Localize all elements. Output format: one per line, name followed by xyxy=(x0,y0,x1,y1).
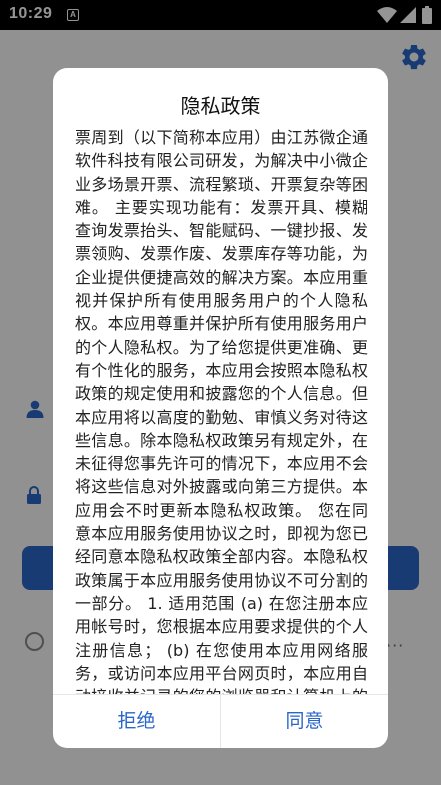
privacy-policy-dialog: 隐私政策 票周到（以下简称本应用）由江苏微企通软件科技有限公司研发，为解决中小微… xyxy=(53,68,388,748)
policy-text[interactable]: 票周到（以下简称本应用）由江苏微企通软件科技有限公司研发，为解决中小微企业多场景… xyxy=(75,126,368,694)
reject-button[interactable]: 拒绝 xyxy=(53,695,220,748)
dialog-title: 隐私政策 xyxy=(180,94,261,118)
dialog-footer: 拒绝 同意 xyxy=(53,694,388,748)
agree-button[interactable]: 同意 xyxy=(221,695,388,748)
